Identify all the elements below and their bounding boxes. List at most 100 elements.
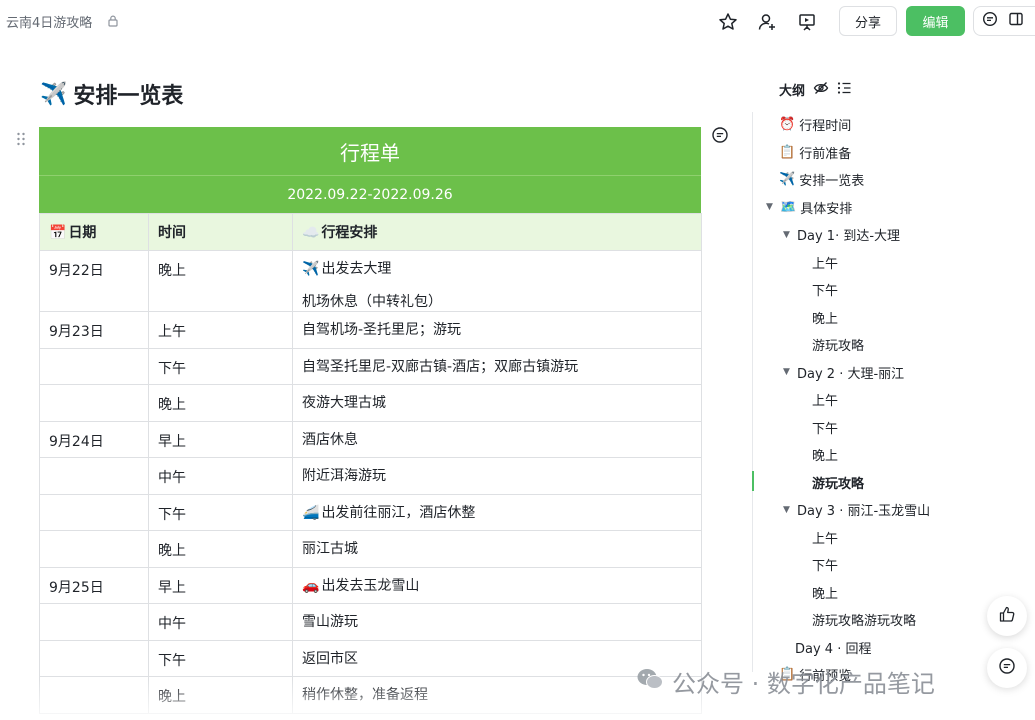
outline-item[interactable]: ✈️ 安排一览表 — [779, 170, 864, 189]
plan-line: ✈️ 出发去大理 — [302, 260, 692, 278]
time-cell[interactable]: 晚上 — [148, 530, 293, 568]
time-cell[interactable]: 中午 — [148, 457, 293, 495]
wechat-icon — [636, 667, 664, 697]
outline-item[interactable]: 晚上 — [812, 583, 838, 602]
outline-item[interactable]: 📋 行前准备 — [779, 143, 851, 162]
outline-item[interactable]: 下午 — [812, 280, 838, 299]
add-comment-icon[interactable] — [711, 126, 729, 144]
comment-bubble-icon — [998, 657, 1016, 679]
column-header-label: 时间 — [158, 225, 186, 241]
outline-item[interactable]: 上午 — [812, 528, 838, 547]
star-icon[interactable] — [717, 11, 739, 33]
plan-cell[interactable]: 雪山游玩 — [292, 603, 702, 641]
outline-item[interactable]: 游玩攻略 — [812, 473, 864, 492]
date-cell[interactable]: 9月25日 — [39, 566, 149, 604]
plan-line: 附近洱海游玩 — [302, 467, 692, 485]
date-cell[interactable] — [39, 347, 149, 385]
time-cell[interactable]: 下午 — [148, 347, 293, 385]
outline-item-label: Day 1· 到达-大理 — [797, 229, 901, 244]
outline-item[interactable]: 游玩攻略 — [812, 335, 864, 354]
date-cell[interactable] — [39, 493, 149, 531]
outline-item[interactable]: 晚上 — [812, 445, 838, 464]
time-cell[interactable]: 晚上 — [148, 250, 293, 312]
present-icon[interactable] — [796, 11, 818, 33]
outline-item-label: 游玩攻略 — [812, 339, 865, 354]
date-cell[interactable] — [39, 603, 149, 641]
plan-line: 返回市区 — [302, 650, 692, 668]
table-row: 9月24日 早上 酒店休息 — [39, 420, 702, 458]
outline-item[interactable]: 上午 — [812, 390, 838, 409]
outline-item[interactable]: ▼ Day 3 · 丽江-玉龙雪山 — [783, 500, 930, 519]
chevron-down-icon[interactable]: ▼ — [766, 202, 776, 212]
hide-outline-icon[interactable] — [813, 81, 829, 99]
floating-comment-button[interactable] — [987, 648, 1027, 688]
date-cell[interactable] — [39, 639, 149, 677]
table-row: 下午 🚄 出发前往丽江，酒店休整 — [39, 493, 702, 531]
time-cell[interactable]: 早上 — [148, 566, 293, 604]
chevron-down-icon[interactable]: ▼ — [783, 505, 793, 515]
table-row: 中午 雪山游玩 — [39, 603, 702, 641]
sidebar-panel-icon[interactable] — [1008, 11, 1024, 31]
outline-list-icon[interactable] — [837, 81, 851, 99]
plan-cell[interactable]: ✈️ 出发去大理 机场休息（中转礼包） — [292, 250, 702, 312]
chevron-down-icon[interactable]: ▼ — [783, 230, 793, 240]
date-cell[interactable] — [39, 384, 149, 422]
plan-line: 自驾机场-圣托里尼；游玩 — [302, 321, 692, 339]
outline-item[interactable]: ▼ 🗺️ 具体安排 — [766, 198, 852, 217]
add-collaborator-icon[interactable] — [756, 11, 778, 33]
plan-cell[interactable]: 附近洱海游玩 — [292, 457, 702, 495]
outline-item[interactable]: 下午 — [812, 418, 838, 437]
plan-cell[interactable]: 丽江古城 — [292, 530, 702, 568]
section-heading-text: 安排一览表 — [73, 84, 184, 109]
date-cell[interactable] — [39, 530, 149, 568]
table-row: 9月23日 上午 自驾机场-圣托里尼；游玩 — [39, 311, 702, 349]
plan-text: 返回市区 — [302, 650, 358, 667]
date-cell[interactable]: 9月24日 — [39, 420, 149, 458]
plan-line: 稍作休整，准备返程 — [302, 686, 692, 704]
plan-text: 酒店休息 — [302, 431, 358, 448]
top-bar: 云南4日游攻略 分享 编辑 — [0, 0, 1035, 46]
outline-item[interactable]: 下午 — [812, 555, 838, 574]
outline-item[interactable]: Day 4 · 回程 — [795, 638, 871, 657]
time-cell[interactable]: 下午 — [148, 639, 293, 677]
outline-active-marker — [752, 471, 754, 491]
plan-cell[interactable]: 自驾机场-圣托里尼；游玩 — [292, 311, 702, 349]
outline-item[interactable]: ▼ Day 2 · 大理-丽江 — [783, 363, 904, 382]
doc-title[interactable]: 云南4日游攻略 — [6, 12, 92, 31]
plan-cell[interactable]: 自驾圣托里尼-双廊古镇-酒店；双廊古镇游玩 — [292, 347, 702, 385]
lock-icon — [106, 13, 120, 27]
date-cell[interactable] — [39, 457, 149, 495]
time-cell[interactable]: 晚上 — [148, 676, 293, 714]
plan-cell[interactable]: 酒店休息 — [292, 420, 702, 458]
outline-item[interactable]: 游玩攻略游玩攻略 — [812, 610, 916, 629]
time-cell[interactable]: 中午 — [148, 603, 293, 641]
plan-text: 自驾圣托里尼-双廊古镇-酒店；双廊古镇游玩 — [302, 358, 579, 375]
outline-item[interactable]: 晚上 — [812, 308, 838, 327]
comments-icon[interactable] — [982, 11, 998, 31]
outline-item-label: 晚上 — [812, 586, 839, 602]
outline-item[interactable]: 上午 — [812, 253, 838, 272]
time-cell[interactable]: 早上 — [148, 420, 293, 458]
outline-item[interactable]: ⏰ 行程时间 — [779, 115, 851, 134]
share-button[interactable]: 分享 — [839, 6, 897, 36]
time-cell[interactable]: 晚上 — [148, 384, 293, 422]
time-cell[interactable]: 下午 — [148, 493, 293, 531]
drag-handle-icon[interactable] — [16, 131, 26, 146]
outline-item-label: 晚上 — [812, 311, 839, 327]
time-cell[interactable]: 上午 — [148, 311, 293, 349]
plan-cell[interactable]: 🚄 出发前往丽江，酒店休整 — [292, 493, 702, 531]
date-cell[interactable]: 9月22日 — [39, 250, 149, 312]
plan-cell[interactable]: 🚗 出发去玉龙雪山 — [292, 566, 702, 604]
plan-line: 丽江古城 — [302, 540, 692, 558]
plan-emoji-icon: 🚄 — [302, 504, 320, 521]
table-row: 晚上 稍作休整，准备返程 — [39, 676, 702, 714]
chevron-down-icon[interactable]: ▼ — [783, 367, 793, 377]
outline-item[interactable]: ▼ Day 1· 到达-大理 — [783, 225, 900, 244]
outline-item-label: 游玩攻略游玩攻略 — [812, 614, 917, 629]
date-cell[interactable]: 9月23日 — [39, 311, 149, 349]
plan-cell[interactable]: 夜游大理古城 — [292, 384, 702, 422]
like-button[interactable] — [987, 596, 1027, 636]
edit-button[interactable]: 编辑 — [906, 6, 965, 36]
watermark: 公众号 · 数字化产品笔记 — [636, 664, 935, 699]
date-cell[interactable] — [39, 676, 149, 714]
